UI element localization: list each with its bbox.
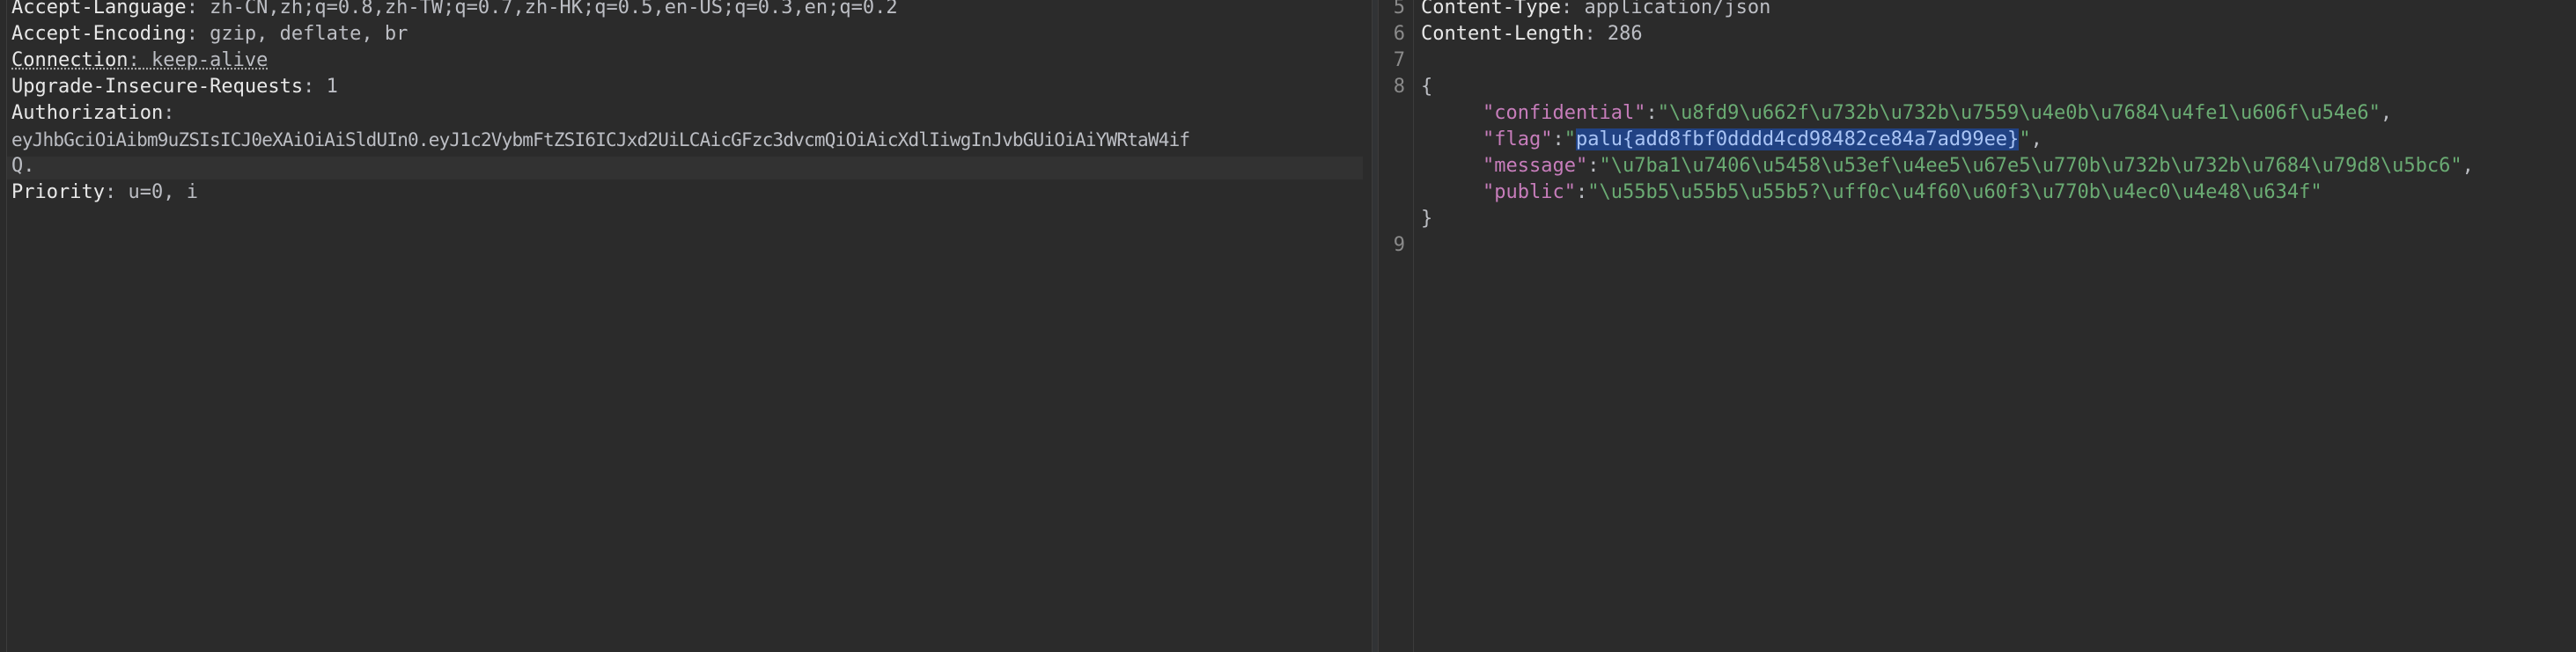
header-accept-language[interactable]: Accept-Language: zh-CN,zh;q=0.8,zh-TW;q=…: [11, 0, 898, 21]
line-number: 5: [1393, 0, 1405, 18]
json-message[interactable]: "message":"\u7ba1\u7406\u5458\u53ef\u4ee…: [1483, 153, 2474, 179]
request-gutter-line: [6, 0, 7, 652]
header-authorization[interactable]: Authorization:: [11, 100, 174, 127]
http-viewer: Accept-Language: zh-CN,zh;q=0.8,zh-TW;q=…: [0, 0, 2576, 652]
json-open-brace: {: [1421, 76, 1433, 98]
json-confidential[interactable]: "confidential":"\u8fd9\u662f\u732b\u732b…: [1483, 100, 2392, 127]
json-public[interactable]: "public":"\u55b5\u55b5\u55b5?\uff0c\u4f6…: [1483, 179, 2322, 206]
authorization-token-continued[interactable]: Q.: [11, 153, 35, 179]
selected-flag-text[interactable]: palu{add8fbf0dddd4cd98482ce84a7ad99ee}: [1575, 128, 2020, 150]
response-pane[interactable]: 5 6 7 8 9 Content-Type: application/json…: [1379, 0, 2576, 652]
response-content-length[interactable]: Content-Length: 286: [1421, 21, 1643, 48]
json-flag[interactable]: "flag":"palu{add8fbf0dddd4cd98482ce84a7a…: [1483, 127, 2042, 153]
request-pane[interactable]: Accept-Language: zh-CN,zh;q=0.8,zh-TW;q=…: [0, 0, 1372, 652]
header-connection[interactable]: Connection: keep-alive: [11, 48, 268, 74]
json-close-brace: }: [1421, 208, 1433, 230]
line-number: 8: [1393, 76, 1405, 98]
header-accept-encoding[interactable]: Accept-Encoding: gzip, deflate, br: [11, 21, 408, 48]
header-priority[interactable]: Priority: u=0, i: [11, 179, 198, 206]
current-line-highlight: [7, 157, 1363, 179]
response-line-gutter: 5 6 7 8 9: [1379, 0, 1414, 652]
authorization-token[interactable]: eyJhbGciOiAibm9uZSIsICJ0eXAiOiAiSldUIn0.…: [11, 127, 1190, 153]
pane-splitter[interactable]: [1372, 0, 1379, 652]
line-number: 7: [1393, 49, 1405, 71]
header-upgrade-insecure-requests[interactable]: Upgrade-Insecure-Requests: 1: [11, 74, 338, 100]
line-number: 6: [1393, 23, 1405, 45]
response-content-type[interactable]: Content-Type: application/json: [1421, 0, 1770, 21]
line-number: 9: [1393, 234, 1405, 256]
